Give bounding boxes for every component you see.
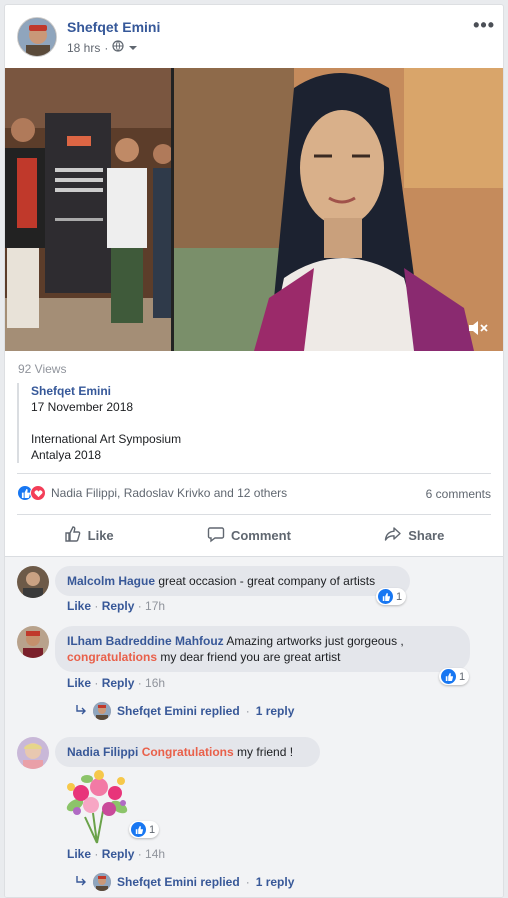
replier-avatar bbox=[93, 873, 111, 891]
share-button[interactable]: Share bbox=[384, 525, 444, 546]
comments-count[interactable]: 6 comments bbox=[426, 487, 491, 501]
comment-highlight: congratulations bbox=[67, 650, 158, 664]
caption-line-1: International Art Symposium bbox=[31, 432, 182, 446]
action-bar: Like Comment Share bbox=[17, 517, 491, 553]
comment-button[interactable]: Comment bbox=[207, 525, 291, 546]
sticker-reaction[interactable]: 1 bbox=[129, 821, 160, 838]
comment-time[interactable]: 17h bbox=[145, 599, 165, 613]
thumbs-up-icon bbox=[64, 525, 82, 546]
more-dots-icon[interactable]: ••• bbox=[473, 15, 495, 36]
comment-reaction[interactable]: 1 bbox=[376, 588, 407, 605]
caption-line-2: Antalya 2018 bbox=[31, 448, 102, 462]
commenter-avatar[interactable] bbox=[17, 566, 49, 598]
comment-text: my dear friend you are great artist bbox=[160, 650, 341, 664]
like-button[interactable]: Like bbox=[64, 525, 114, 546]
portrait-painting[interactable] bbox=[174, 68, 503, 351]
comment-text: Amazing artworks just gorgeous , bbox=[226, 634, 404, 648]
divider bbox=[17, 473, 491, 474]
divider bbox=[17, 514, 491, 515]
comment-reaction[interactable]: 1 bbox=[439, 668, 470, 685]
reply-arrow-icon bbox=[75, 875, 87, 890]
flower-sticker[interactable] bbox=[57, 765, 137, 845]
comment-actions: Like · Reply · 17h bbox=[67, 599, 166, 613]
reply-count[interactable]: 1 reply bbox=[256, 704, 295, 718]
comment-time[interactable]: 14h bbox=[145, 847, 165, 861]
view-count: 92 Views bbox=[18, 362, 67, 376]
comment-bubble: Malcolm Hague great occasion - great com… bbox=[55, 566, 410, 596]
share-icon bbox=[384, 525, 402, 546]
like-reaction-icon bbox=[378, 589, 393, 604]
like-reaction-icon bbox=[131, 822, 146, 837]
post-card: Shefqet Emini 18 hrs · ••• 92 Views Shef… bbox=[4, 4, 504, 898]
reply-count[interactable]: 1 reply bbox=[256, 875, 295, 889]
view-replies[interactable]: Shefqet Emini replied · 1 reply bbox=[75, 873, 294, 891]
comment-bubble: Nadia Filippi Congratulations my friend … bbox=[55, 737, 320, 767]
comment-like-link[interactable]: Like bbox=[67, 847, 91, 861]
comment-reply-link[interactable]: Reply bbox=[102, 676, 135, 690]
love-reaction-icon bbox=[30, 485, 46, 501]
comment-bubble: ILham Badreddine Mahfouz Amazing artwork… bbox=[55, 626, 470, 672]
event-photo[interactable] bbox=[5, 68, 171, 351]
globe-icon[interactable] bbox=[112, 40, 124, 55]
author-name[interactable]: Shefqet Emini bbox=[67, 19, 160, 35]
comment-icon bbox=[207, 525, 225, 546]
post-media[interactable] bbox=[5, 68, 503, 351]
commenter-name[interactable]: Nadia Filippi bbox=[67, 745, 138, 759]
commenter-avatar[interactable] bbox=[17, 626, 49, 658]
reaction-names[interactable]: Nadia Filippi, Radoslav Krivko and 12 ot… bbox=[51, 486, 287, 500]
comment-actions: Like · Reply · 14h bbox=[67, 847, 166, 861]
like-reaction-icon bbox=[441, 669, 456, 684]
comment-like-link[interactable]: Like bbox=[67, 599, 91, 613]
comment-like-link[interactable]: Like bbox=[67, 676, 91, 690]
caption-date: 17 November 2018 bbox=[31, 400, 134, 414]
post-header: Shefqet Emini 18 hrs · ••• bbox=[5, 5, 503, 69]
mute-icon[interactable] bbox=[467, 319, 489, 337]
commenter-avatar[interactable] bbox=[17, 737, 49, 769]
author-avatar[interactable] bbox=[17, 17, 57, 57]
replied-by[interactable]: Shefqet Emini replied bbox=[117, 875, 240, 889]
comment-text: great occasion - great company of artist… bbox=[158, 574, 376, 588]
reaction-summary[interactable]: Nadia Filippi, Radoslav Krivko and 12 ot… bbox=[17, 485, 287, 501]
comment-text: my friend ! bbox=[237, 745, 294, 759]
post-caption: Shefqet Emini 17 November 2018 Internati… bbox=[17, 383, 487, 463]
commenter-name[interactable]: ILham Badreddine Mahfouz bbox=[67, 634, 224, 648]
post-time[interactable]: 18 hrs bbox=[67, 41, 100, 55]
post-meta: 18 hrs · bbox=[67, 40, 138, 55]
caption-author[interactable]: Shefqet Emini bbox=[31, 383, 487, 399]
comment-reply-link[interactable]: Reply bbox=[102, 847, 135, 861]
reply-arrow-icon bbox=[75, 704, 87, 719]
commenter-name[interactable]: Malcolm Hague bbox=[67, 574, 155, 588]
chevron-down-icon[interactable] bbox=[128, 41, 138, 55]
replier-avatar bbox=[93, 702, 111, 720]
comment-reply-link[interactable]: Reply bbox=[102, 599, 135, 613]
replied-by[interactable]: Shefqet Emini replied bbox=[117, 704, 240, 718]
comment-highlight: Congratulations bbox=[141, 745, 234, 759]
comment-actions: Like · Reply · 16h bbox=[67, 676, 166, 690]
view-replies[interactable]: Shefqet Emini replied · 1 reply bbox=[75, 702, 294, 720]
comment-time[interactable]: 16h bbox=[145, 676, 165, 690]
